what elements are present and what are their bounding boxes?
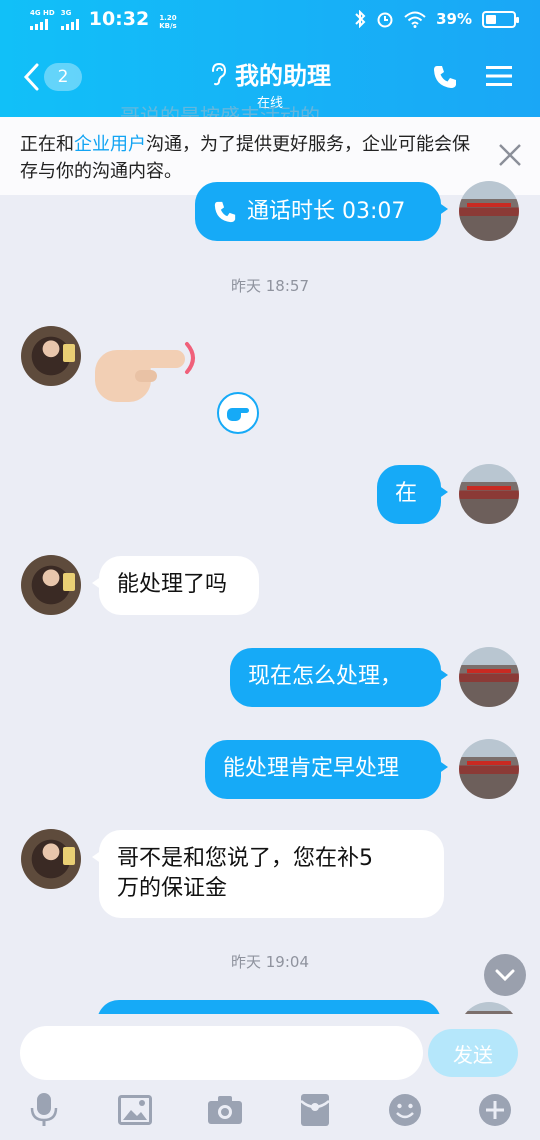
image-icon [118,1095,152,1125]
net-speed-value: 1.20 [159,14,177,22]
net-speed-unit: KB/s [159,22,177,30]
message-bubble-outgoing[interactable]: 现在怎么处理， [230,648,448,707]
voice-button[interactable] [24,1090,64,1130]
close-icon [499,144,521,166]
alarm-icon [377,12,393,28]
notice-prefix: 正在和 [20,134,74,155]
call-duration: 通话时长 03:07 [247,198,406,224]
message-text-line-1: 哥不是和您说了，您在补5 [117,846,373,871]
composer-toolbar [0,1090,540,1134]
bluetooth-icon [355,10,366,28]
message-bubble-outgoing[interactable]: 能处理肯定早处理 [205,740,448,799]
call-record-bubble[interactable]: 通话时长 03:07 [195,182,448,241]
message-text: 在 [395,481,418,506]
notice-close-button[interactable] [498,143,522,175]
my-avatar[interactable] [459,464,519,524]
red-packet-button[interactable] [295,1090,335,1130]
message-text: 能处理肯定早处理 [223,756,400,781]
my-avatar[interactable] [459,647,519,707]
network-4g-label: 4G HD [30,9,55,17]
message-input[interactable] [20,1026,423,1080]
message-bubble-incoming[interactable]: 能处理了吗 [92,556,259,615]
phone-icon [434,66,456,88]
photo-button[interactable] [115,1090,155,1130]
wifi-icon [404,11,426,28]
plus-icon [479,1094,511,1126]
message-text: 能处理了吗 [117,572,228,597]
poke-button[interactable] [217,392,259,434]
ear-icon [212,62,227,85]
message-bubble-outgoing[interactable]: 在 [377,465,448,524]
red-packet-icon [300,1094,330,1126]
timestamp: 昨天 19:04 [231,953,309,971]
battery-fill [486,14,497,24]
poke-icon [227,408,249,421]
signal-icon [30,19,48,30]
emoji-button[interactable] [385,1090,425,1130]
more-button[interactable] [475,1090,515,1130]
call-button[interactable] [432,64,458,94]
contact-avatar[interactable] [21,555,81,615]
battery-icon [482,10,519,28]
menu-button[interactable] [486,65,512,91]
camera-icon [208,1096,242,1124]
composer: 发送 [0,1014,540,1140]
page-title: 我的助理 [235,62,331,90]
pointing-hand-sticker[interactable] [95,336,205,406]
my-avatar[interactable] [459,181,519,241]
message-text: 现在怎么处理， [248,664,403,689]
signal-icon-2 [60,19,79,30]
network-4g: 4G HD [30,9,55,30]
battery-percent: 39% [436,10,472,28]
timestamp: 昨天 18:57 [231,277,309,295]
status-bar: 4G HD 3G 10:32 1.20 KB/s 39% [0,6,540,36]
my-avatar[interactable] [459,739,519,799]
enterprise-user-link[interactable]: 企业用户 [74,134,146,155]
contact-avatar[interactable] [21,829,81,889]
chevron-down-icon [495,969,515,982]
send-button[interactable]: 发送 [428,1029,518,1077]
emoji-icon [389,1094,421,1126]
network-3g-label: 3G [60,9,72,17]
camera-button[interactable] [205,1090,245,1130]
microphone-icon [30,1093,58,1126]
hamburger-icon [486,66,512,86]
network-3g: 3G [60,9,79,30]
net-speed: 1.20 KB/s [159,14,176,30]
message-text-line-2: 万的保证金 [117,876,228,901]
message-bubble-incoming[interactable]: 哥不是和您说了，您在补5 万的保证金 [92,830,444,918]
scroll-to-bottom-button[interactable] [484,954,526,996]
contact-avatar[interactable] [21,326,81,386]
clock: 10:32 [88,8,150,30]
phone-icon [214,201,236,222]
